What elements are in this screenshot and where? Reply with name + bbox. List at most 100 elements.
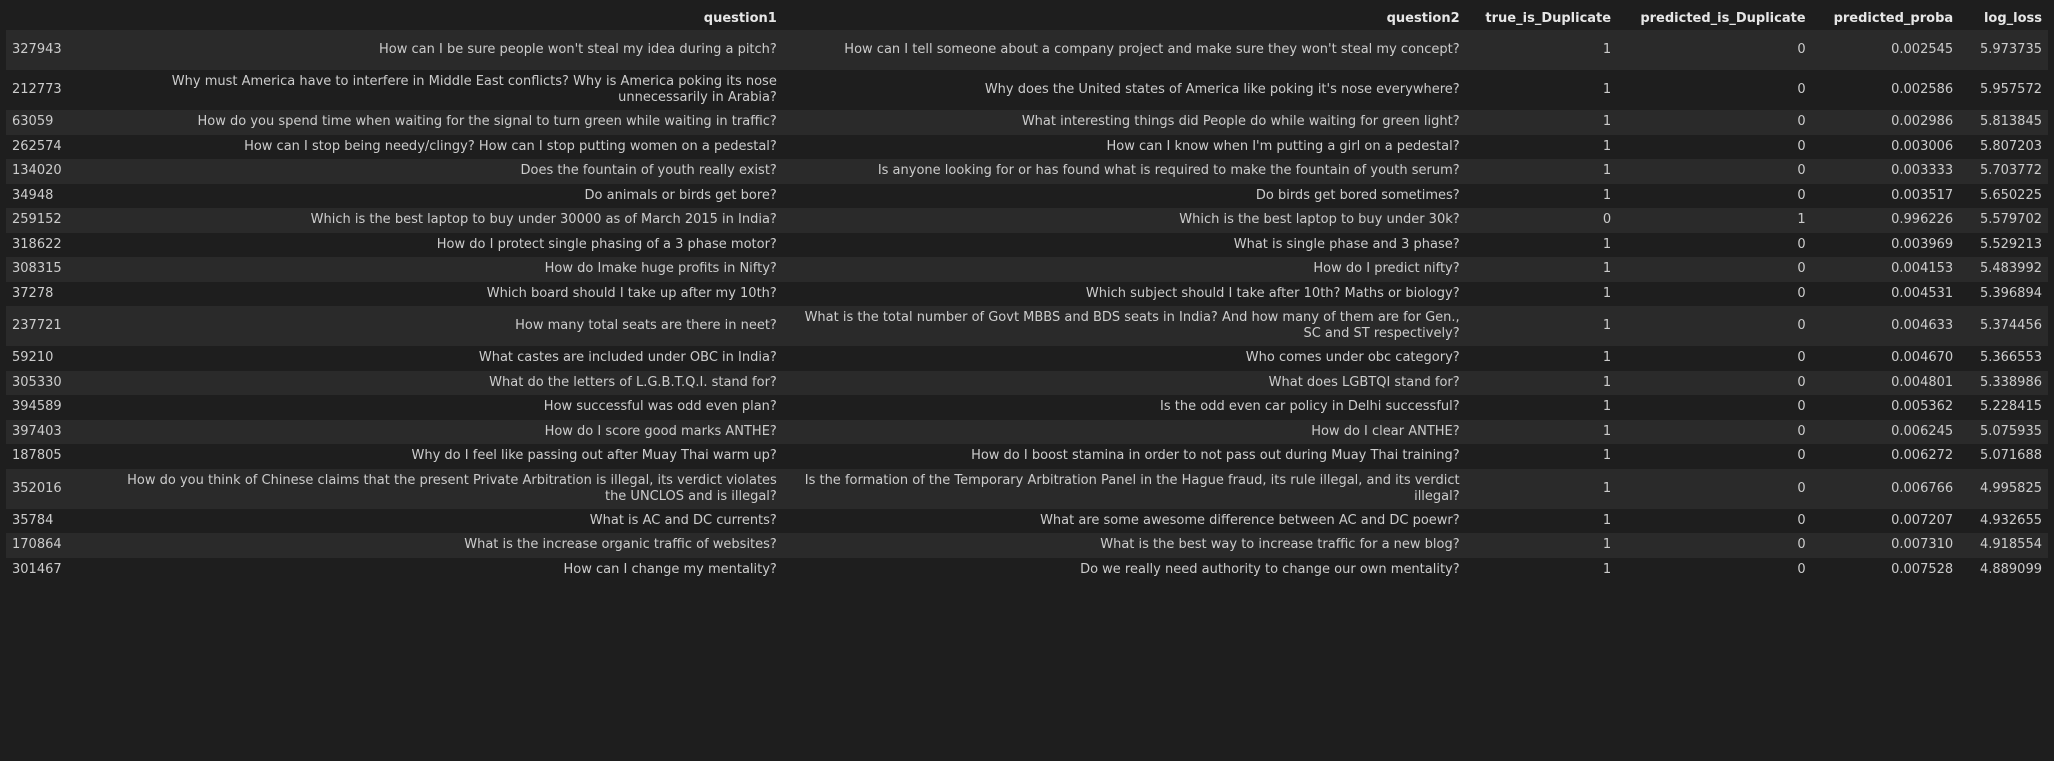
question1-cell: Do animals or birds get bore? — [584, 187, 777, 203]
question2-cell: What is the total number of Govt MBBS an… — [804, 310, 1460, 341]
question1-cell: What is the increase organic traffic of … — [464, 537, 777, 553]
question2-cell: How do I boost stamina in order to not p… — [971, 448, 1460, 464]
table-row: 187805 Why do I feel like passing out aft… — [6, 444, 2048, 469]
log-loss-cell: 5.075935 — [1979, 423, 2042, 439]
row-index: 308315 — [12, 261, 62, 277]
table-row: 318622 How do I protect single phasing of… — [6, 232, 2048, 257]
true-is-duplicate-cell: 1 — [1602, 512, 1612, 528]
true-is-duplicate-cell: 1 — [1602, 350, 1612, 366]
predicted-is-duplicate-cell: 0 — [1797, 261, 1806, 277]
log-loss-cell: 5.071688 — [1979, 448, 2042, 464]
true-is-duplicate-cell: 1 — [1602, 423, 1612, 439]
true-is-duplicate-cell: 1 — [1602, 236, 1612, 252]
question1-cell: How can I change my mentality? — [563, 561, 777, 577]
column-header-log-loss: log_loss — [1959, 6, 2048, 30]
question1-cell: How many total seats are there in neet? — [515, 318, 777, 333]
row-index: 134020 — [12, 163, 62, 179]
predicted-is-duplicate-cell: 0 — [1797, 318, 1806, 333]
predicted-proba-cell: 0.006272 — [1891, 448, 1954, 464]
log-loss-cell: 5.338986 — [1979, 374, 2042, 390]
true-is-duplicate-cell: 1 — [1602, 537, 1612, 553]
table-row: 34948 Do animals or birds get bore? Do bir… — [6, 183, 2048, 208]
row-index: 327943 — [12, 42, 62, 57]
true-is-duplicate-cell: 1 — [1602, 374, 1612, 390]
row-index: 397403 — [12, 423, 62, 439]
predicted-proba-cell: 0.006245 — [1891, 423, 1954, 439]
table-row: 394589 How successful was odd even plan? I… — [6, 395, 2048, 420]
predicted-proba-cell: 0.003517 — [1891, 187, 1954, 203]
question1-cell: Which board should I take up after my 10… — [486, 285, 777, 301]
predicted-is-duplicate-cell: 0 — [1797, 448, 1806, 464]
question1-cell: Does the fountain of youth really exist? — [520, 163, 777, 179]
question2-cell: Which is the best laptop to buy under 30… — [1179, 212, 1460, 228]
log-loss-cell: 4.889099 — [1979, 561, 2042, 577]
table-row: 308315 How do Imake huge profits in Nifty… — [6, 257, 2048, 282]
row-index: 259152 — [12, 212, 62, 228]
row-index: 170864 — [12, 537, 62, 553]
column-header-question1: question1 — [110, 6, 783, 30]
row-index: 35784 — [12, 512, 54, 528]
true-is-duplicate-cell: 0 — [1602, 212, 1612, 228]
true-is-duplicate-cell: 1 — [1602, 285, 1612, 301]
table-row: 352016 How do you think of Chinese claims… — [6, 468, 2048, 509]
question2-cell: Do birds get bored sometimes? — [1255, 187, 1460, 203]
predicted-is-duplicate-cell: 0 — [1797, 350, 1806, 366]
column-header-true-is-duplicate: true_is_Duplicate — [1465, 6, 1618, 30]
row-index: 212773 — [12, 82, 62, 97]
row-index: 301467 — [12, 561, 62, 577]
predicted-is-duplicate-cell: 0 — [1797, 512, 1806, 528]
predicted-proba-cell: 0.004153 — [1891, 261, 1954, 277]
predicted-proba-cell: 0.007207 — [1891, 512, 1954, 528]
row-index: 318622 — [12, 236, 62, 252]
question2-cell: Is the odd even car policy in Delhi succ… — [1160, 399, 1460, 415]
question1-cell: How can I stop being needy/clingy? How c… — [244, 138, 777, 154]
true-is-duplicate-cell: 1 — [1602, 82, 1612, 97]
question2-cell: How do I clear ANTHE? — [1311, 423, 1460, 439]
predicted-proba-cell: 0.004670 — [1891, 350, 1954, 366]
question1-cell: Which is the best laptop to buy under 30… — [310, 212, 777, 228]
question1-cell: How successful was odd even plan? — [543, 399, 777, 415]
row-index: 394589 — [12, 399, 62, 415]
question1-cell: How can I be sure people won't steal my … — [379, 42, 777, 57]
question2-cell: What is single phase and 3 phase? — [1233, 236, 1460, 252]
question1-cell: What is AC and DC currents? — [589, 512, 777, 528]
log-loss-cell: 4.932655 — [1979, 512, 2042, 528]
question1-cell: Why must America have to interfere in Mi… — [171, 74, 777, 105]
predicted-proba-cell: 0.004801 — [1891, 374, 1954, 390]
log-loss-cell: 5.703772 — [1979, 163, 2042, 179]
log-loss-cell: 5.957572 — [1979, 82, 2042, 97]
row-index: 34948 — [12, 187, 54, 203]
predicted-proba-cell: 0.005362 — [1891, 399, 1954, 415]
column-header-question2: question2 — [782, 6, 1466, 30]
true-is-duplicate-cell: 1 — [1602, 187, 1612, 203]
predicted-is-duplicate-cell: 0 — [1797, 163, 1806, 179]
log-loss-cell: 5.807203 — [1979, 138, 2042, 154]
question1-cell: How do I protect single phasing of a 3 p… — [436, 236, 777, 252]
row-index: 187805 — [12, 448, 62, 464]
question1-cell: What do the letters of L.G.B.T.Q.I. stan… — [489, 374, 777, 390]
predicted-proba-cell: 0.004633 — [1891, 318, 1954, 333]
table-row: 301467 How can I change my mentality? Do w… — [6, 557, 2048, 582]
log-loss-cell: 5.228415 — [1979, 399, 2042, 415]
question1-cell: What castes are included under OBC in In… — [478, 350, 777, 366]
predicted-is-duplicate-cell: 0 — [1797, 480, 1806, 496]
results-table: question1 question2 true_is_Duplicate pr… — [6, 6, 2048, 582]
predicted-proba-cell: 0.004531 — [1891, 285, 1954, 301]
table-row: 63059 How do you spend time when waiting … — [6, 110, 2048, 135]
header-row: question1 question2 true_is_Duplicate pr… — [6, 6, 2048, 30]
predicted-proba-cell: 0.003333 — [1891, 163, 1954, 179]
table-row: 397403 How do I score good marks ANTHE? Ho… — [6, 419, 2048, 444]
question2-cell: How can I tell someone about a company p… — [844, 42, 1460, 57]
log-loss-cell: 5.483992 — [1979, 261, 2042, 277]
log-loss-cell: 5.396894 — [1979, 285, 2042, 301]
log-loss-cell: 5.650225 — [1979, 187, 2042, 203]
log-loss-cell: 5.579702 — [1979, 212, 2042, 228]
predicted-proba-cell: 0.007528 — [1891, 561, 1954, 577]
table-row: 59210 What castes are included under OBC … — [6, 346, 2048, 371]
question2-cell: How do I predict nifty? — [1313, 261, 1460, 277]
true-is-duplicate-cell: 1 — [1602, 480, 1612, 496]
question2-cell: Who comes under obc category? — [1245, 350, 1460, 366]
table-row: 327943 How can I be sure people won't ste… — [6, 30, 2048, 70]
true-is-duplicate-cell: 1 — [1602, 399, 1612, 415]
question2-cell: How can I know when I'm putting a girl o… — [1106, 138, 1460, 154]
